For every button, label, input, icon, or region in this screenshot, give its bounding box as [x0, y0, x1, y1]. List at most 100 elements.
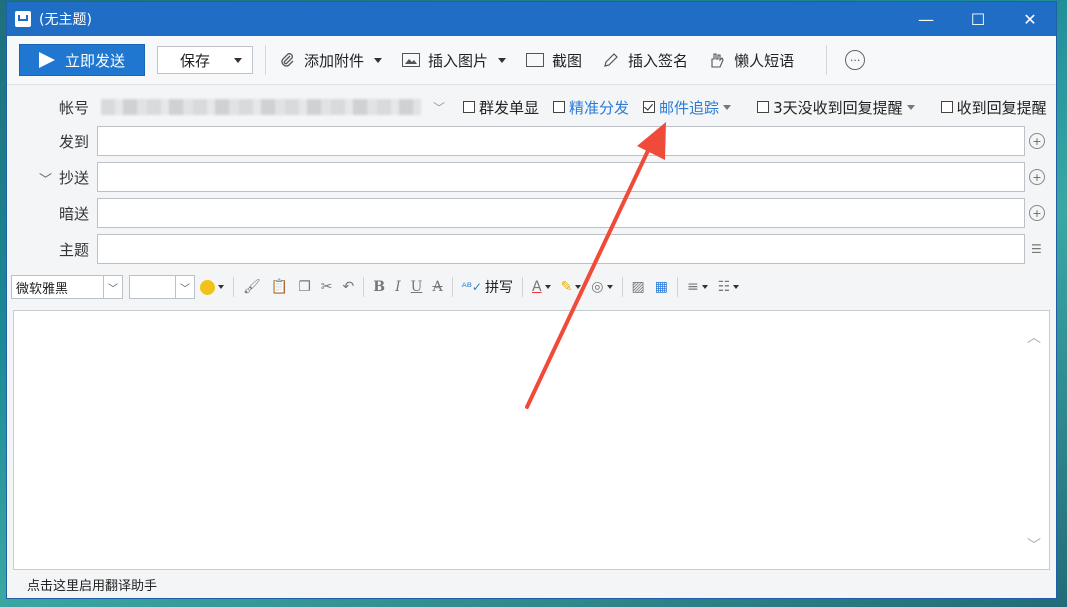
insert-picture-icon[interactable]: ▨: [632, 279, 645, 295]
title-bar: (无主题) — ☐ ✕: [7, 2, 1056, 36]
precise-send-label[interactable]: 精准分发: [569, 97, 629, 118]
no-reply-reminder-option[interactable]: 3天没收到回复提醒: [757, 97, 927, 118]
minimize-button[interactable]: —: [900, 2, 952, 36]
cc-row: ﹀ 抄送 +: [7, 159, 1056, 195]
insert-image-button[interactable]: 插入图片: [402, 50, 507, 71]
image-icon: [402, 51, 421, 69]
emoji-icon[interactable]: [200, 279, 224, 295]
compose-window: (无主题) — ☐ ✕ 立即发送 保存 添加附件 插入图片 截图 插入签名 懒人…: [6, 1, 1057, 599]
add-attachment-button[interactable]: 添加附件: [278, 50, 383, 71]
chevron-down-icon[interactable]: [374, 57, 383, 63]
send-now-button[interactable]: 立即发送: [19, 44, 145, 76]
copy-icon[interactable]: ❐: [298, 279, 311, 295]
chevron-down-icon[interactable]: ﹀: [433, 99, 445, 116]
chevron-down-icon[interactable]: [723, 104, 732, 110]
format-divider: [521, 277, 523, 297]
bcc-label: 暗送: [58, 204, 89, 223]
spell-check-button[interactable]: ᴬᴮ✓ 拼写: [462, 277, 513, 297]
phrases-label: 懒人短语: [734, 51, 795, 70]
paste-icon[interactable]: 📋: [271, 279, 288, 295]
chevron-down-icon[interactable]: [498, 57, 507, 63]
reply-reminder-option[interactable]: 收到回复提醒: [940, 97, 1047, 118]
chevron-down-icon: [234, 57, 242, 63]
account-selector[interactable]: [101, 99, 421, 115]
toolbar-divider: [826, 45, 828, 75]
header-fields: 帐号 ﹀ 群发单显 精准分发 邮件追踪 3天没收到回复提醒 收到回复提醒 发到 …: [7, 85, 1056, 267]
subject-row: 主题 ☰: [7, 231, 1056, 267]
chevron-down-icon[interactable]: ﹀: [175, 276, 194, 298]
reply-reminder-checkbox[interactable]: [940, 101, 953, 113]
screenshot-label: 截图: [552, 51, 583, 70]
toolbar: 立即发送 保存 添加附件 插入图片 截图 插入签名 懒人短语 ···: [7, 36, 1056, 85]
attach-label: 添加附件: [304, 51, 365, 70]
strikethrough-icon[interactable]: A: [432, 279, 442, 295]
underline-icon[interactable]: U: [411, 279, 423, 295]
chevron-down-icon[interactable]: ﹀: [103, 276, 122, 298]
format-divider: [233, 277, 234, 297]
to-input[interactable]: [97, 126, 1025, 156]
insert-signature-button[interactable]: 插入签名: [602, 50, 688, 71]
cc-label: 抄送: [58, 168, 89, 187]
background-icon[interactable]: ◎: [591, 279, 613, 295]
screenshot-button[interactable]: 截图: [526, 50, 582, 71]
add-contact-icon[interactable]: +: [1029, 133, 1045, 149]
font-color-icon[interactable]: A: [532, 279, 551, 295]
italic-icon[interactable]: I: [395, 279, 401, 295]
spell-label: 拼写: [484, 280, 513, 296]
scroll-up-icon[interactable]: ︿: [1027, 327, 1041, 347]
precise-send-checkbox[interactable]: [553, 101, 566, 113]
no-reply-reminder-checkbox[interactable]: [757, 101, 770, 113]
font-size-select[interactable]: ﹀: [129, 275, 195, 299]
bcc-input[interactable]: [97, 198, 1025, 228]
signature-label: 插入签名: [628, 51, 689, 70]
precise-send-option[interactable]: 精准分发: [553, 97, 629, 118]
format-divider: [363, 277, 365, 297]
send-label: 立即发送: [64, 51, 125, 70]
format-divider: [621, 277, 623, 297]
mail-tracking-option[interactable]: 邮件追踪: [643, 97, 743, 118]
chevron-down-icon[interactable]: [906, 104, 915, 110]
image-label: 插入图片: [428, 51, 489, 70]
separate-send-checkbox[interactable]: [463, 101, 476, 113]
no-reply-reminder-label: 3天没收到回复提醒: [773, 98, 903, 117]
to-label: 发到: [58, 132, 89, 151]
bullet-list-icon[interactable]: ☷: [718, 279, 740, 295]
format-painter-icon[interactable]: 🖌: [243, 279, 261, 295]
reply-reminder-label: 收到回复提醒: [956, 98, 1047, 117]
subject-label: 主题: [58, 240, 89, 259]
mail-tracking-checkbox[interactable]: [643, 101, 656, 113]
mail-app-icon: [15, 11, 31, 27]
more-options-icon[interactable]: ···: [845, 50, 866, 70]
bcc-row: 暗送 +: [7, 195, 1056, 231]
save-label: 保存: [180, 51, 211, 70]
separate-send-option[interactable]: 群发单显: [463, 97, 539, 118]
add-contact-icon[interactable]: +: [1029, 169, 1045, 185]
screenshot-icon: [526, 51, 545, 69]
font-select[interactable]: 微软雅黑 ﹀: [11, 275, 123, 299]
cc-input[interactable]: [97, 162, 1025, 192]
undo-icon[interactable]: ↶: [343, 279, 355, 295]
scroll-down-icon[interactable]: ﹀: [1027, 535, 1041, 555]
highlight-icon[interactable]: ✎: [561, 279, 582, 295]
format-divider: [451, 277, 453, 297]
chevron-down-icon[interactable]: ﹀: [39, 169, 52, 188]
close-button[interactable]: ✕: [1004, 2, 1056, 36]
subject-input[interactable]: [97, 234, 1025, 264]
format-toolbar: 微软雅黑 ﹀ ﹀ 🖌 📋 ❐ ✂ ↶ B I U A ᴬᴮ✓ 拼写 A ✎ ◎ …: [7, 271, 1056, 303]
message-editor[interactable]: ︿ ﹀: [13, 310, 1050, 570]
align-icon[interactable]: ≡: [687, 279, 708, 295]
translation-helper-link[interactable]: 点击这里启用翻译助手: [27, 575, 157, 594]
maximize-button[interactable]: ☐: [952, 2, 1004, 36]
menu-icon[interactable]: ☰: [1031, 242, 1042, 256]
table-icon[interactable]: ▦: [655, 279, 668, 295]
account-row: 帐号 ﹀ 群发单显 精准分发 邮件追踪 3天没收到回复提醒 收到回复提醒: [7, 91, 1056, 123]
separate-send-label: 群发单显: [479, 98, 540, 117]
add-contact-icon[interactable]: +: [1029, 205, 1045, 221]
cut-icon[interactable]: ✂: [321, 279, 333, 295]
bold-icon[interactable]: B: [373, 279, 385, 295]
mail-tracking-label[interactable]: 邮件追踪: [659, 97, 719, 118]
quick-phrases-button[interactable]: 懒人短语: [708, 50, 794, 71]
format-divider: [676, 277, 678, 297]
save-button[interactable]: 保存: [157, 46, 253, 74]
window-title: (无主题): [39, 12, 92, 28]
